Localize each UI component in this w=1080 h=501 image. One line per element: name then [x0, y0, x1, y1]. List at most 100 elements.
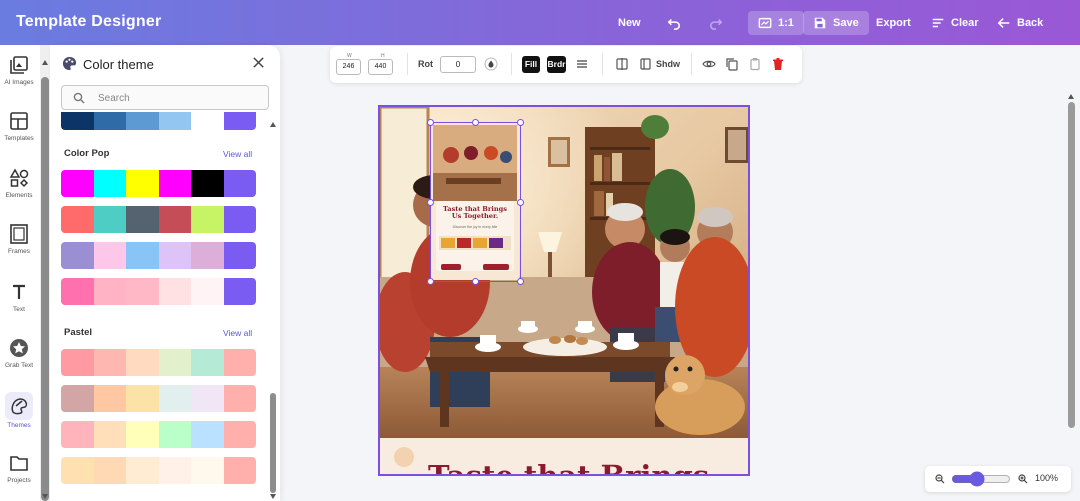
canvas-scroll-thumb[interactable]	[1068, 102, 1075, 428]
rail-label: Text	[13, 306, 25, 313]
canvas-scrollbar[interactable]	[1066, 90, 1076, 501]
rail-scroll-up-icon[interactable]	[42, 60, 48, 65]
color-palette[interactable]	[61, 421, 256, 448]
color-swatch	[158, 349, 191, 376]
rail-scroll-down-icon[interactable]	[42, 494, 48, 499]
shadow-icon[interactable]	[639, 57, 653, 71]
zoom-out-icon[interactable]	[935, 474, 945, 484]
rail-scroll-thumb[interactable]	[41, 77, 49, 501]
aspect-ratio-label: 1:1	[778, 17, 794, 29]
color-swatch	[191, 278, 224, 305]
resize-handle-bl[interactable]	[427, 278, 434, 285]
zoom-slider[interactable]	[951, 473, 1011, 485]
border-button[interactable]: Brdr	[547, 56, 566, 73]
view-all-link[interactable]: View all	[223, 149, 252, 159]
undo-icon	[667, 18, 681, 30]
clear-button[interactable]: Clear	[931, 11, 979, 35]
export-button[interactable]: Export	[876, 11, 911, 35]
color-swatch	[61, 112, 94, 130]
resize-handle-mr[interactable]	[517, 199, 524, 206]
panel-scroll-up-icon[interactable]	[270, 122, 276, 127]
color-palette[interactable]	[61, 278, 256, 305]
color-swatch	[191, 457, 224, 484]
aspect-ratio-button[interactable]: 1:1	[748, 11, 804, 35]
save-button[interactable]: Save	[803, 11, 869, 35]
paste-icon[interactable]	[748, 57, 762, 71]
save-icon	[814, 17, 826, 29]
panel-scrollbar[interactable]	[269, 121, 277, 501]
element-toolbar: W 246 H 440 Rot 0 Fill Brdr Shdw	[330, 46, 802, 83]
color-swatch	[158, 112, 191, 130]
shadow-label[interactable]: Shdw	[656, 59, 680, 69]
color-palette[interactable]	[61, 457, 256, 484]
color-swatch	[93, 278, 126, 305]
panel-scroll-thumb[interactable]	[270, 393, 276, 493]
rotation-field[interactable]: 0	[440, 56, 476, 73]
width-field[interactable]: 246	[336, 59, 361, 75]
color-palette[interactable]	[61, 206, 256, 233]
height-field[interactable]: 440	[368, 59, 393, 75]
color-palette[interactable]	[61, 385, 256, 412]
color-swatch	[93, 457, 126, 484]
color-swatch	[158, 170, 191, 197]
redo-button[interactable]	[709, 11, 723, 35]
color-swatch	[223, 170, 256, 197]
resize-handle-tr[interactable]	[517, 119, 524, 126]
selected-flyer-element[interactable]: Taste that Brings Us Together. Discover …	[427, 119, 524, 285]
canvas-scroll-up-icon[interactable]	[1068, 94, 1074, 99]
copy-icon[interactable]	[725, 57, 739, 71]
color-swatch	[191, 242, 224, 269]
color-swatch	[223, 278, 256, 305]
theme-search-input[interactable]	[98, 90, 258, 106]
zoom-in-icon[interactable]	[1018, 474, 1028, 484]
rail-item-ai-images[interactable]: AI Images	[0, 55, 38, 86]
rail-item-templates[interactable]: Templates	[0, 111, 38, 142]
templates-icon	[10, 112, 28, 130]
color-palette[interactable]	[61, 242, 256, 269]
undo-button[interactable]	[667, 11, 681, 35]
color-swatch	[223, 457, 256, 484]
arrow-left-icon	[997, 18, 1010, 28]
rail-item-frames[interactable]: Frames	[0, 224, 38, 255]
color-palette[interactable]	[61, 112, 256, 130]
rail-item-themes[interactable]: Themes	[0, 392, 38, 429]
fill-button[interactable]: Fill	[522, 56, 540, 73]
panel-scroll-down-icon[interactable]	[270, 494, 276, 499]
eye-icon[interactable]	[702, 57, 716, 71]
rail-item-grab-text[interactable]: Grab Text	[0, 338, 38, 369]
resize-handle-bm[interactable]	[472, 278, 479, 285]
color-swatch	[191, 349, 224, 376]
line-style-icon[interactable]	[575, 57, 589, 71]
back-button[interactable]: Back	[997, 11, 1043, 35]
theme-search-box[interactable]	[61, 85, 269, 110]
rail-item-elements[interactable]: Elements	[0, 168, 38, 199]
rail-scrollbar[interactable]	[40, 45, 50, 501]
color-swatch	[223, 112, 256, 130]
rail-item-text[interactable]: Text	[0, 282, 38, 313]
resize-handle-tl[interactable]	[427, 119, 434, 126]
color-palette[interactable]	[61, 170, 256, 197]
elements-icon	[9, 168, 29, 188]
flyer-subtitle: Discover the joy in every bite	[452, 225, 498, 229]
new-button[interactable]: New	[618, 11, 641, 35]
color-swatch	[191, 112, 224, 130]
view-all-link[interactable]: View all	[223, 328, 252, 338]
redo-icon	[709, 18, 723, 30]
color-swatch	[158, 278, 191, 305]
frames-icon	[10, 224, 28, 244]
color-swatch	[126, 206, 159, 233]
resize-handle-br[interactable]	[517, 278, 524, 285]
rail-item-projects[interactable]: Projects	[0, 453, 38, 484]
color-swatch	[158, 421, 191, 448]
color-swatch	[223, 385, 256, 412]
flip-icon[interactable]	[615, 57, 629, 71]
color-swatch	[61, 242, 94, 269]
design-canvas[interactable]: Taste that Brings Taste that Brings Us T…	[378, 105, 750, 476]
resize-handle-ml[interactable]	[427, 199, 434, 206]
resize-handle-tm[interactable]	[472, 119, 479, 126]
close-icon[interactable]	[252, 56, 265, 69]
toolbar-divider	[602, 53, 603, 75]
color-palette[interactable]	[61, 349, 256, 376]
opacity-drop-icon[interactable]	[484, 57, 498, 71]
trash-icon[interactable]	[771, 57, 785, 71]
